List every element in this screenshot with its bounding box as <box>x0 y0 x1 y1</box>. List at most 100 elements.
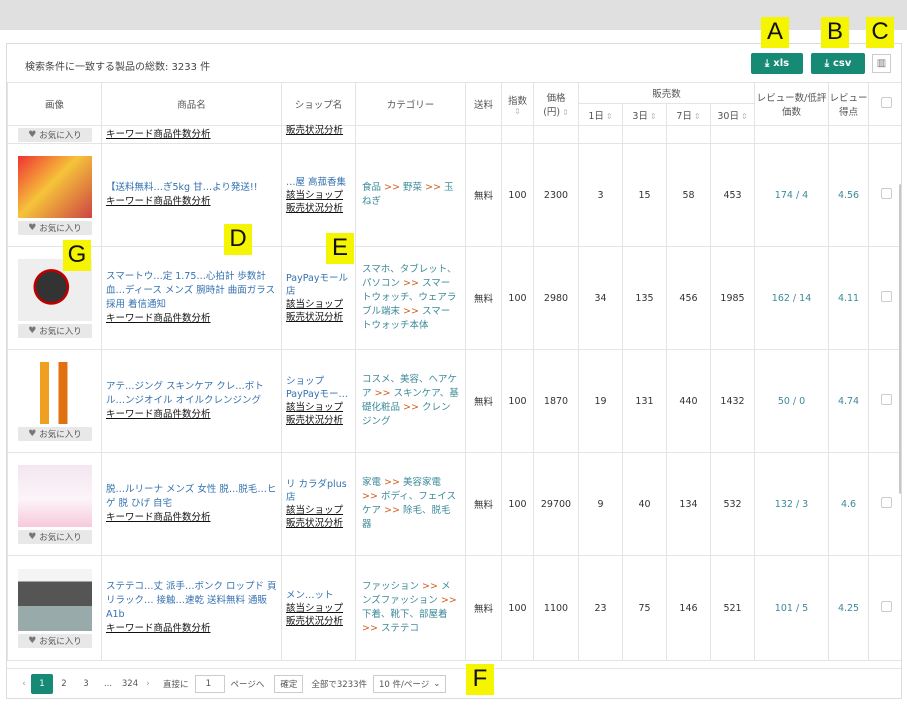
download-icon: ⤓ <box>764 58 770 69</box>
shop-name-link[interactable]: メン…ット <box>286 589 351 602</box>
shop-name-link[interactable]: リ カラダplus店 <box>286 478 351 504</box>
sales-7d-cell: 146 <box>666 555 711 661</box>
header-sales: 販売数 <box>577 82 756 104</box>
page-2[interactable]: 2 <box>53 674 75 694</box>
review-score-cell: 4.56 <box>828 143 870 247</box>
shop-link[interactable]: 該当ショップ <box>286 298 351 311</box>
shop-link[interactable]: 該当ショップ <box>286 602 351 615</box>
sales-analysis-link[interactable]: 販売状況分析 <box>286 615 351 628</box>
heart-icon: ♥ <box>28 531 37 542</box>
sales-30d-cell: 532 <box>709 452 756 556</box>
header-select-all[interactable] <box>868 82 901 126</box>
index-cell: 100 <box>501 555 534 661</box>
header-price[interactable]: 価格 (円) ⇕ <box>533 82 579 126</box>
category-path: 食品 >> 野菜 >> 玉ねぎ <box>355 143 466 247</box>
row-checkbox[interactable] <box>880 497 892 508</box>
export-xls-button[interactable]: ⤓ xls <box>751 53 803 74</box>
sales-7d-cell: 134 <box>666 452 711 556</box>
review-count-cell[interactable]: 174 / 4 <box>754 143 830 247</box>
header-d1-label: 1日 <box>588 110 604 122</box>
page-3[interactable]: 3 <box>75 674 97 694</box>
review-count-cell[interactable]: 101 / 5 <box>754 555 830 661</box>
sales-1d-cell: 3 <box>578 143 623 247</box>
confirm-button[interactable]: 確定 <box>274 674 304 693</box>
heart-icon: ♥ <box>28 222 37 233</box>
category-link[interactable]: ステテコ <box>381 623 419 634</box>
goto-page-input[interactable]: 1 <box>194 674 225 693</box>
sales-analysis-link[interactable]: 販売状況分析 <box>286 124 351 137</box>
shop-link[interactable]: 該当ショップ <box>286 189 351 202</box>
category-link[interactable]: 野菜 <box>403 182 422 193</box>
product-thumbnail[interactable] <box>18 361 92 424</box>
product-name-link[interactable]: ステテコ…丈 派手…ボンク ロップド 頁 リラック… 接触…速乾 送料無料 通販… <box>106 580 277 622</box>
review-score-cell: 4.11 <box>828 246 870 350</box>
favorite-button[interactable]: ♥ お気に入り <box>18 323 92 338</box>
product-name-link[interactable]: 【送料無料…ぎ5kg 甘…より発送!! <box>106 181 277 195</box>
keyword-analysis-link[interactable]: キーワード商品件数分析 <box>106 622 277 636</box>
header-image: 画像 <box>7 82 102 126</box>
sales-analysis-link[interactable]: 販売状況分析 <box>286 311 351 324</box>
sort-icon: ⇕ <box>693 111 701 121</box>
category-path: 家電 >> 美容家電 >> ボディ、フェイスケア >> 除毛、脱毛器 <box>355 452 466 556</box>
next-page-icon[interactable]: › <box>141 679 155 689</box>
review-count-cell[interactable]: 50 / 0 <box>754 349 830 453</box>
category-link[interactable]: 美容家電 <box>403 477 441 488</box>
shop-name-link[interactable]: ショップ PayPayモー… <box>286 375 351 401</box>
header-d1[interactable]: 1日 ⇕ <box>578 103 623 126</box>
favorite-button[interactable]: ♥ お気に入り <box>18 633 92 648</box>
favorite-button[interactable]: ♥ お気に入り <box>18 426 92 441</box>
keyword-analysis-link[interactable]: キーワード商品件数分析 <box>106 128 277 142</box>
shop-name-link[interactable]: PayPayモール店 <box>286 272 351 298</box>
favorite-button[interactable]: ♥ お気に入り <box>18 127 92 142</box>
column-settings-button[interactable]: ▥ <box>872 54 891 73</box>
table-row: ♥ お気に入り 脱…ルリーナ メンズ 女性 脱…脱毛…ヒゲ 脱 ひげ 自宅 キーワード… <box>7 452 901 556</box>
category-link[interactable]: ファッション <box>362 581 419 592</box>
keyword-analysis-link[interactable]: キーワード商品件数分析 <box>106 195 277 209</box>
sales-analysis-link[interactable]: 販売状況分析 <box>286 517 351 530</box>
header-d30[interactable]: 30日 ⇕ <box>709 103 756 126</box>
export-csv-button[interactable]: ⤓ csv <box>811 53 865 74</box>
category-link[interactable]: 食品 <box>362 182 381 193</box>
favorite-button[interactable]: ♥ お気に入り <box>18 220 92 235</box>
category-link[interactable]: 家電 <box>362 477 381 488</box>
prev-page-icon[interactable]: ‹ <box>17 679 31 689</box>
keyword-analysis-link[interactable]: キーワード商品件数分析 <box>106 511 277 525</box>
header-d3[interactable]: 3日 ⇕ <box>622 103 667 126</box>
sort-icon: ⇕ <box>649 111 657 121</box>
vertical-scrollbar[interactable] <box>899 184 901 494</box>
sales-analysis-link[interactable]: 販売状況分析 <box>286 202 351 215</box>
review-count-cell[interactable]: 132 / 3 <box>754 452 830 556</box>
header-reviews: レビュー数/低評価数 <box>754 82 830 126</box>
page-last[interactable]: 324 <box>119 674 141 694</box>
favorite-button[interactable]: ♥ お気に入り <box>18 529 92 544</box>
sales-1d-cell: 19 <box>578 349 623 453</box>
sales-analysis-link[interactable]: 販売状況分析 <box>286 414 351 427</box>
shop-name-link[interactable]: …屋 高菰香集 <box>286 176 351 189</box>
product-name-link[interactable]: アテ…ジング スキンケア クレ…ボトル…ンジオイル オイルクレンジング <box>106 380 277 408</box>
header-index[interactable]: 指数 ⇕ <box>501 82 534 126</box>
review-count-cell[interactable]: 162 / 14 <box>754 246 830 350</box>
product-thumbnail[interactable] <box>18 155 92 218</box>
product-thumbnail[interactable] <box>18 568 92 631</box>
row-checkbox[interactable] <box>880 188 892 199</box>
shop-link[interactable]: 該当ショップ <box>286 401 351 414</box>
product-name-link[interactable]: 脱…ルリーナ メンズ 女性 脱…脱毛…ヒゲ 脱 ひげ 自宅 <box>106 483 277 511</box>
keyword-analysis-link[interactable]: キーワード商品件数分析 <box>106 312 277 326</box>
select-all-checkbox[interactable] <box>880 97 892 108</box>
product-thumbnail[interactable] <box>18 464 92 527</box>
row-checkbox[interactable] <box>880 394 892 405</box>
sales-1d-cell: 9 <box>578 452 623 556</box>
page-1[interactable]: 1 <box>31 673 53 694</box>
row-checkbox[interactable] <box>880 291 892 302</box>
download-icon: ⤓ <box>824 58 829 69</box>
marker-a: A <box>761 17 789 48</box>
product-name-link[interactable]: スマートウ…定 1.75…心拍計 歩数計 血…ディース メンズ 腕時計 曲面ガラ… <box>106 270 277 312</box>
category-link[interactable]: 下着、靴下、部屋着 <box>362 609 448 620</box>
keyword-analysis-link[interactable]: キーワード商品件数分析 <box>106 408 277 422</box>
shop-link[interactable]: 該当ショップ <box>286 504 351 517</box>
sort-icon: ⇕ <box>514 106 521 116</box>
header-d7[interactable]: 7日 ⇕ <box>666 103 711 126</box>
row-checkbox[interactable] <box>880 601 892 612</box>
sales-3d-cell: 75 <box>622 555 667 661</box>
per-page-select[interactable]: 10 件/ページ ⌄ <box>373 674 447 693</box>
